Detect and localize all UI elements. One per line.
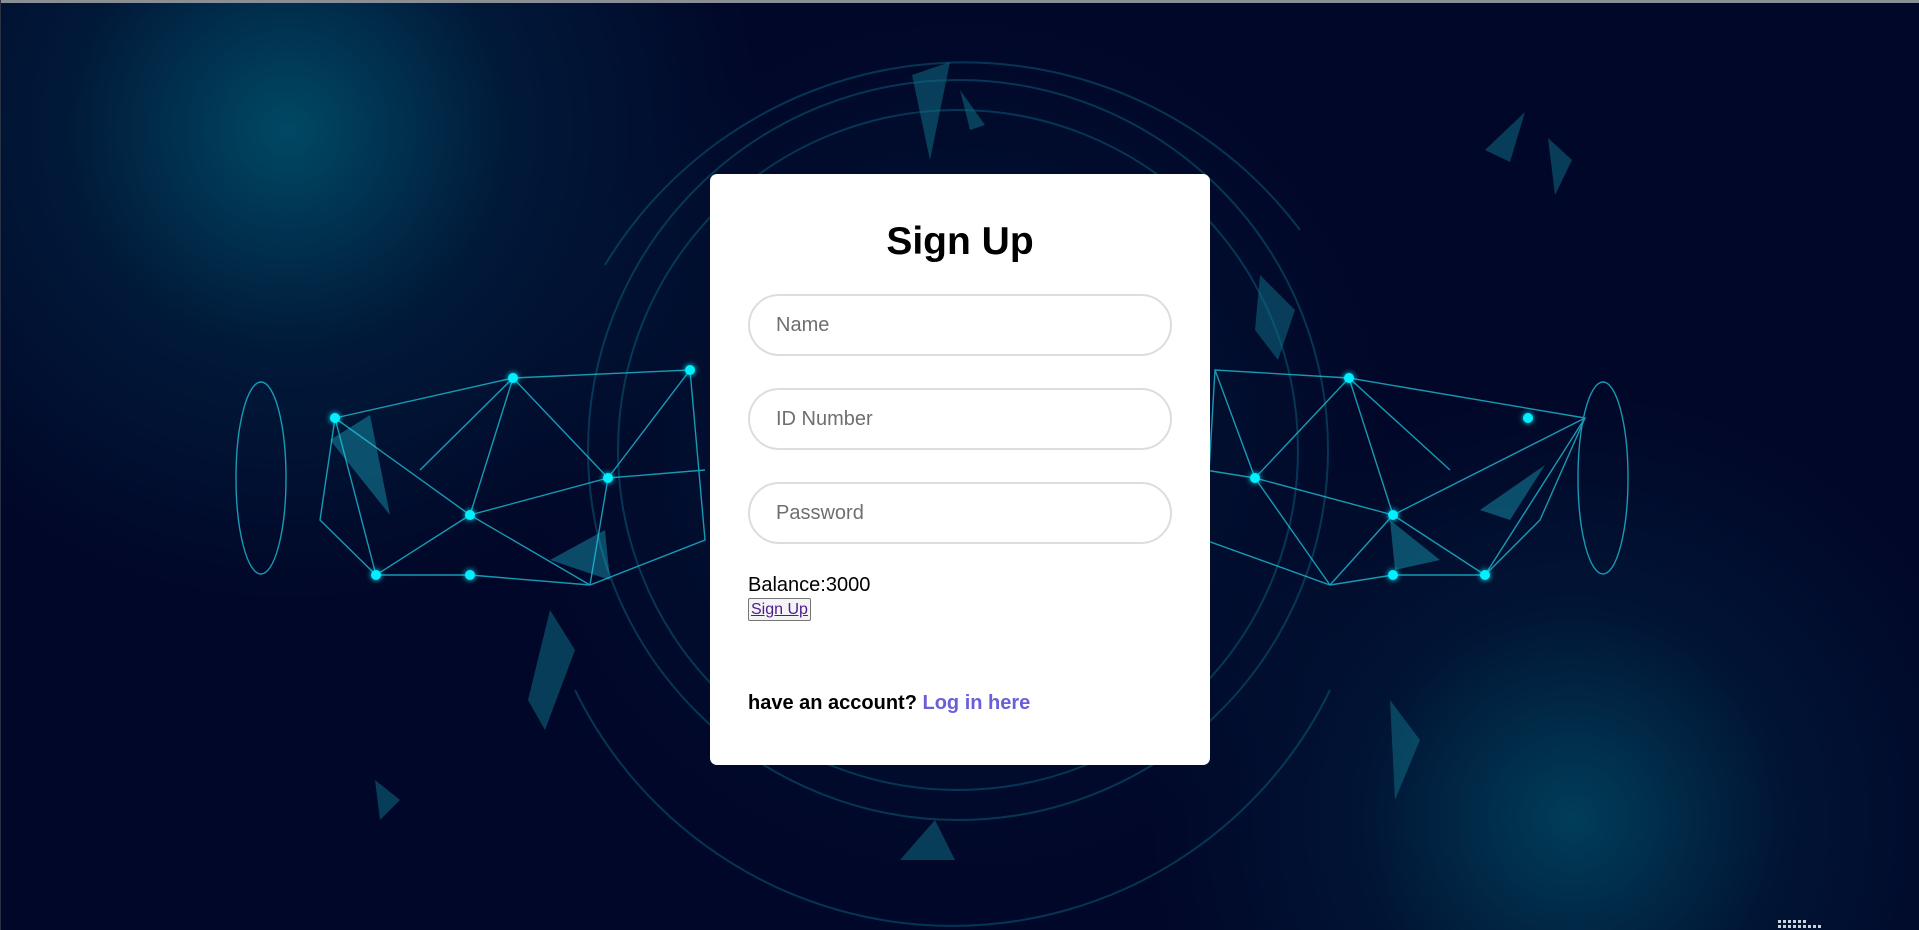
page-title: Sign Up: [886, 220, 1034, 263]
sign-up-button[interactable]: Sign Up: [748, 598, 811, 621]
name-input[interactable]: [748, 294, 1172, 356]
balance-text: Balance:3000: [748, 574, 871, 596]
login-prompt-text: have an account?: [748, 692, 917, 714]
signup-card: Sign Up Balance:3000 Sign Up have an acc…: [710, 174, 1210, 765]
login-prompt: have an account? Log in here: [748, 692, 1030, 715]
corner-dots-decoration: [1778, 920, 1821, 928]
password-input[interactable]: [748, 482, 1172, 544]
login-link[interactable]: Log in here: [923, 692, 1031, 714]
id-number-input[interactable]: [748, 388, 1172, 450]
